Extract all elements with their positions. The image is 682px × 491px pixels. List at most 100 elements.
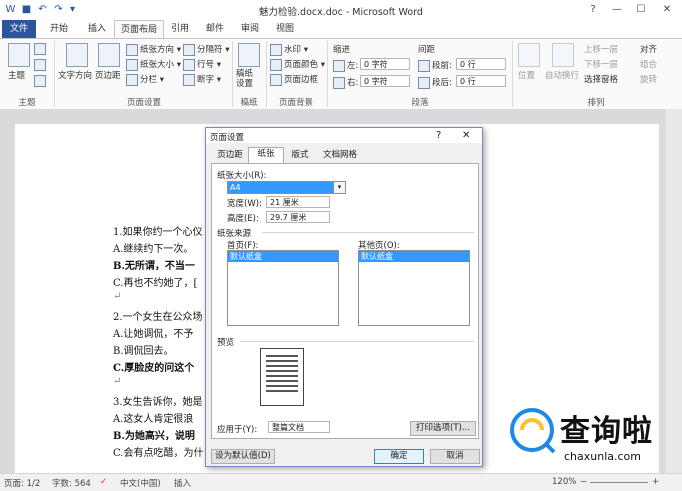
ribbon: 主题 主题 文字方向 页边距 纸张方向 ▾ 纸张大小 ▾ 分栏 ▾ 分隔符 ▾ …: [0, 38, 682, 110]
doc-line: 3.女生告诉你，她是: [113, 397, 203, 408]
page-color-button[interactable]: 页面颜色 ▾: [270, 58, 325, 71]
tab-insert[interactable]: 插入: [80, 20, 114, 38]
site-watermark: 查询啦 chaxunla.com: [504, 400, 680, 472]
page-borders-button[interactable]: 页面边框: [270, 73, 318, 86]
tab-layout[interactable]: 版式: [284, 149, 316, 162]
first-page-list[interactable]: 默认纸盒: [227, 250, 339, 326]
themes-icon[interactable]: [8, 43, 30, 67]
align-button[interactable]: 对齐: [640, 43, 657, 55]
wrap-text-icon[interactable]: [552, 43, 574, 67]
other-pages-list[interactable]: 默认纸盒: [358, 250, 470, 326]
divider: [240, 341, 474, 342]
indent-right-icon: [333, 76, 345, 89]
draft-paper-button[interactable]: 稿纸设置: [236, 69, 258, 89]
first-page-selected-item[interactable]: 默认纸盒: [228, 251, 338, 262]
spacing-after-icon: [418, 76, 430, 89]
indent-right-label: 右:: [333, 76, 358, 89]
ok-button[interactable]: 确定: [374, 449, 424, 464]
selection-pane-button[interactable]: 选择窗格: [584, 73, 618, 85]
close-button[interactable]: ✕: [656, 2, 678, 18]
send-backward-button[interactable]: 下移一层: [584, 58, 618, 70]
apply-to-select[interactable]: 整篇文档: [268, 421, 330, 433]
divider: [327, 41, 328, 107]
tab-home[interactable]: 开始: [42, 20, 76, 38]
doc-line: A.让她调侃，不予: [113, 329, 194, 340]
doc-line: ↵: [113, 291, 122, 302]
status-bar: 页面: 1/2 字数: 564 ✓ 中文(中国) 插入 120% − +: [0, 473, 682, 491]
group-label-draft: 稿纸: [240, 98, 258, 108]
divider: [262, 232, 474, 233]
page-count[interactable]: 页面: 1/2: [4, 477, 40, 489]
group-label-arrange: 排列: [587, 98, 605, 108]
theme-colors-icon[interactable]: [34, 43, 46, 55]
theme-effects-icon[interactable]: [34, 75, 46, 87]
bring-forward-button[interactable]: 上移一层: [584, 43, 618, 55]
tab-paper[interactable]: 纸张: [248, 147, 284, 164]
indent-right-input[interactable]: 0 字符: [360, 75, 410, 87]
window-title: 魅力检验.docx.doc - Microsoft Word: [259, 7, 423, 18]
cancel-button[interactable]: 取消: [430, 449, 480, 464]
zoom-out-icon[interactable]: −: [580, 477, 587, 487]
height-input[interactable]: 29.7 厘米: [266, 211, 330, 223]
doc-line: B.调侃回去。: [113, 346, 174, 357]
language-indicator[interactable]: 中文(中国): [120, 477, 161, 489]
tab-mailings[interactable]: 邮件: [200, 20, 230, 38]
position-button[interactable]: 位置: [518, 69, 535, 81]
doc-line: A.继续约下一次。: [113, 244, 194, 255]
size-button[interactable]: 纸张大小 ▾: [126, 58, 181, 71]
orientation-button[interactable]: 纸张方向 ▾: [126, 43, 181, 56]
zoom-slider[interactable]: [590, 482, 648, 483]
tab-review[interactable]: 审阅: [235, 20, 265, 38]
spacing-after-input[interactable]: 0 行: [456, 75, 506, 87]
theme-fonts-icon[interactable]: [34, 59, 46, 71]
watermark-button[interactable]: 水印 ▾: [270, 43, 308, 56]
doc-line: B.无所谓，不当一: [113, 261, 195, 272]
tab-margins[interactable]: 页边距: [212, 149, 248, 162]
doc-line: ↵: [113, 376, 122, 387]
proofing-icon[interactable]: ✓: [100, 477, 107, 487]
tab-references[interactable]: 引用: [165, 20, 195, 38]
divider: [232, 41, 233, 107]
watermark-url: chaxunla.com: [564, 450, 641, 463]
tab-view[interactable]: 视图: [270, 20, 300, 38]
dialog-close-button[interactable]: ✕: [462, 130, 470, 141]
tab-page-layout[interactable]: 页面布局: [114, 20, 164, 40]
spacing-before-input[interactable]: 0 行: [456, 58, 506, 70]
indent-left-input[interactable]: 0 字符: [360, 58, 410, 70]
group-button[interactable]: 组合: [640, 58, 657, 70]
maximize-button[interactable]: ☐: [630, 2, 652, 18]
draft-paper-icon[interactable]: [238, 43, 260, 67]
other-pages-selected-item[interactable]: 默认纸盒: [359, 251, 469, 262]
insert-mode[interactable]: 插入: [174, 477, 191, 489]
doc-line: A.这女人肯定很浪: [113, 414, 194, 425]
zoom-level[interactable]: 120%: [552, 477, 576, 487]
dialog-title-bar: 页面设置 ? ✕: [206, 128, 482, 143]
hyphenation-button[interactable]: 断字 ▾: [183, 73, 221, 86]
wrap-text-button[interactable]: 自动换行: [545, 69, 579, 81]
line-numbers-button[interactable]: 行号 ▾: [183, 58, 221, 71]
print-options-button[interactable]: 打印选项(T)...: [410, 421, 476, 436]
columns-button[interactable]: 分栏 ▾: [126, 73, 164, 86]
size-icon: [126, 58, 138, 71]
doc-line: C.厚脸皮的问这个: [113, 363, 195, 374]
chevron-down-icon[interactable]: ▾: [333, 181, 346, 194]
themes-button[interactable]: 主题: [8, 69, 25, 81]
text-direction-button[interactable]: 文字方向: [58, 69, 92, 81]
zoom-in-icon[interactable]: +: [652, 477, 659, 487]
dialog-help-button[interactable]: ?: [436, 130, 441, 141]
minimize-button[interactable]: —: [606, 2, 628, 18]
tab-file[interactable]: 文件: [2, 20, 36, 38]
word-count[interactable]: 字数: 564: [52, 477, 91, 489]
width-input[interactable]: 21 厘米: [266, 196, 330, 208]
position-icon[interactable]: [518, 43, 540, 67]
breaks-button[interactable]: 分隔符 ▾: [183, 43, 229, 56]
tab-document-grid[interactable]: 文档网格: [318, 149, 362, 162]
indent-left-label: 左:: [333, 59, 358, 72]
paper-size-select[interactable]: A4: [227, 181, 334, 194]
help-button[interactable]: ?: [582, 2, 604, 18]
set-default-button[interactable]: 设为默认值(D): [211, 449, 275, 464]
margins-icon[interactable]: [98, 43, 120, 67]
margins-button[interactable]: 页边距: [95, 69, 121, 81]
text-direction-icon[interactable]: [66, 43, 88, 67]
rotate-button[interactable]: 旋转: [640, 73, 657, 85]
